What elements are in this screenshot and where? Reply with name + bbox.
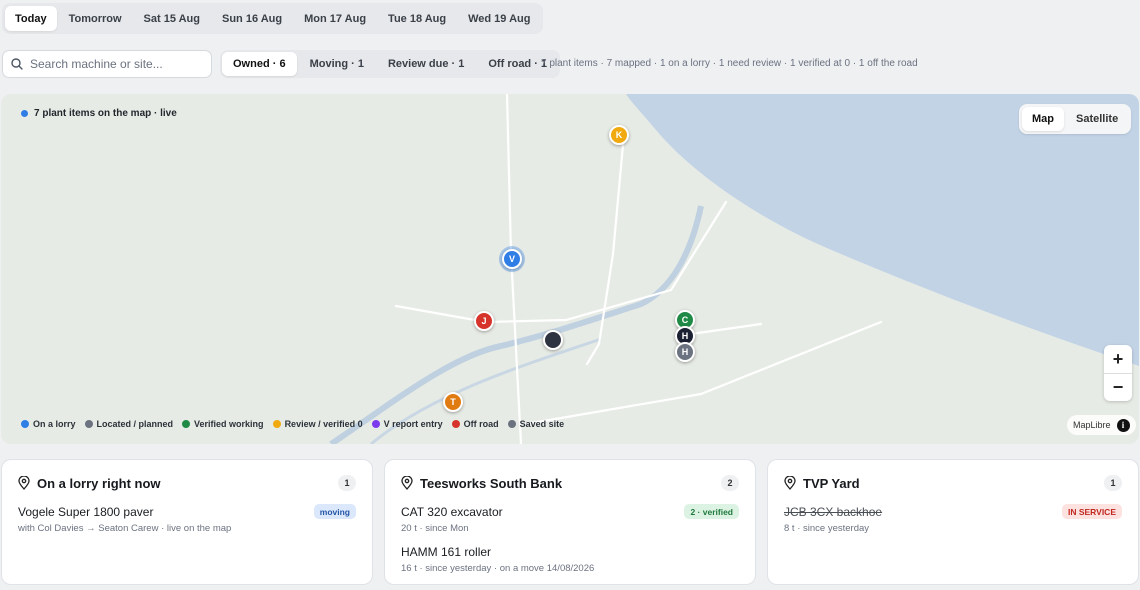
live-label: 7 plant items on the map · live — [34, 108, 177, 119]
map-pin-h-grey[interactable]: H — [675, 342, 695, 362]
live-indicator: 7 plant items on the map · live — [21, 108, 177, 119]
card-teesworks-south-bank: Teesworks South Bank 2 CAT 320 excavator… — [384, 459, 756, 585]
pin-label: V — [508, 254, 515, 264]
map-pin-unlabelled[interactable] — [543, 330, 563, 350]
filter-owned[interactable]: Owned · 6 — [222, 52, 297, 76]
list-item[interactable]: CAT 320 excavator 20 t · since Mon 2 · v… — [401, 504, 739, 534]
card-title: Teesworks South Bank — [420, 475, 563, 491]
zoom-in-button[interactable]: + — [1104, 345, 1132, 373]
search-icon — [11, 58, 23, 70]
item-subtitle: 16 t · since yesterday · on a move 14/08… — [401, 563, 595, 574]
legend-swatch — [182, 420, 191, 428]
map-base-layer — [1, 94, 1139, 444]
map-view-toggle: Map Satellite — [1019, 104, 1132, 134]
status-badge: moving — [313, 504, 356, 519]
attribution-text[interactable]: MapLibre — [1073, 420, 1111, 430]
card-on-a-lorry: On a lorry right now 1 Vogele Super 1800… — [1, 459, 373, 585]
zoom-controls: + − — [1104, 345, 1132, 401]
count-badge: 1 — [1104, 475, 1122, 491]
card-title: TVP Yard — [803, 475, 860, 491]
tab-tomorrow[interactable]: Tomorrow — [59, 6, 132, 31]
item-subtitle: 8 t · since yesterday — [784, 523, 870, 534]
pin-label: T — [450, 397, 456, 407]
info-icon[interactable]: i — [1116, 418, 1130, 432]
legend-item-on-a-lorry: On a lorry — [21, 419, 76, 429]
search-box — [2, 50, 212, 78]
card-title: On a lorry right now — [37, 475, 161, 491]
map-attribution: MapLibre i — [1067, 415, 1136, 435]
item-title: HAMM 161 roller — [401, 545, 492, 559]
map-pin-j[interactable]: J — [474, 311, 494, 331]
filter-moving[interactable]: Moving · 1 — [299, 52, 375, 76]
pin-label: H — [681, 331, 689, 341]
pin-label: C — [681, 315, 689, 325]
map-canvas[interactable]: 7 plant items on the map · live Map Sate… — [1, 94, 1139, 444]
legend-label: Off road — [463, 419, 499, 429]
status-badge: IN SERVICE — [1061, 504, 1122, 519]
legend-label: Verified working — [194, 419, 264, 429]
legend-item-review-verified-0: Review / verified 0 — [272, 419, 363, 429]
pin-label: H — [681, 347, 689, 357]
tab-mon-17-aug[interactable]: Mon 17 Aug — [294, 6, 376, 31]
card-tvp-yard: TVP Yard 1 JCB 3CX backhoe 8 t · since y… — [767, 459, 1139, 585]
legend-item-saved-site: Saved site — [507, 419, 565, 429]
location-pin-icon — [784, 476, 796, 490]
tab-sat-15-aug[interactable]: Sat 15 Aug — [134, 6, 210, 31]
map-legend: On a lorry Located / planned Verified wo… — [21, 419, 564, 429]
filter-review-due[interactable]: Review due · 1 — [377, 52, 475, 76]
legend-swatch — [371, 420, 380, 428]
legend-swatch — [451, 420, 460, 428]
zoom-out-button[interactable]: − — [1104, 373, 1132, 401]
status-badge: 2 · verified — [684, 504, 739, 519]
item-subtitle: 20 t · since Mon — [401, 523, 469, 534]
tab-sun-16-aug[interactable]: Sun 16 Aug — [212, 6, 292, 31]
legend-label: Located / planned — [96, 419, 174, 429]
tab-tue-18-aug[interactable]: Tue 18 Aug — [378, 6, 456, 31]
legend-label: Saved site — [519, 419, 565, 429]
satellite-view-button[interactable]: Satellite — [1066, 107, 1128, 131]
status-filters: Owned · 6 Moving · 1 Review due · 1 Off … — [220, 50, 561, 78]
map-pin-k[interactable]: K — [609, 125, 629, 145]
legend-label: Review / verified 0 — [284, 419, 363, 429]
count-badge: 1 — [338, 475, 356, 491]
map-pin-v[interactable]: V — [502, 249, 522, 269]
legend-swatch — [272, 420, 281, 428]
map-view-button[interactable]: Map — [1022, 107, 1064, 131]
legend-item-verified-working: Verified working — [182, 419, 264, 429]
map-pin-t[interactable]: T — [443, 392, 463, 412]
legend-swatch — [84, 420, 93, 428]
item-title: Vogele Super 1800 paver — [18, 505, 154, 519]
legend-swatch — [21, 420, 29, 428]
tab-wed-19-aug[interactable]: Wed 19 Aug — [458, 6, 540, 31]
search-input[interactable] — [30, 57, 200, 71]
legend-item-off-road: Off road — [451, 419, 499, 429]
list-item[interactable]: HAMM 161 roller 16 t · since yesterday ·… — [401, 545, 739, 574]
tab-today[interactable]: Today — [5, 6, 57, 31]
location-pin-icon — [401, 476, 413, 490]
legend-label: V report entry — [383, 419, 443, 429]
legend-item-located-planned: Located / planned — [84, 419, 174, 429]
summary-text: 7 plant items · 7 mapped · 1 on a lorry … — [541, 58, 918, 69]
count-badge: 2 — [721, 475, 739, 491]
legend-swatch — [507, 420, 516, 428]
item-subtitle: with Col Davies → Seaton Carew · live on… — [18, 523, 232, 534]
pin-label: J — [481, 316, 487, 326]
pin-label: K — [615, 130, 623, 140]
legend-item-v-report-entry: V report entry — [371, 419, 443, 429]
legend-label: On a lorry — [33, 419, 76, 429]
live-dot — [21, 110, 28, 117]
day-tabs: Today Tomorrow Sat 15 Aug Sun 16 Aug Mon… — [2, 3, 544, 34]
list-item[interactable]: JCB 3CX backhoe 8 t · since yesterday IN… — [784, 504, 1122, 534]
list-item[interactable]: Vogele Super 1800 paver with Col Davies … — [18, 504, 356, 534]
location-pin-icon — [18, 476, 30, 490]
